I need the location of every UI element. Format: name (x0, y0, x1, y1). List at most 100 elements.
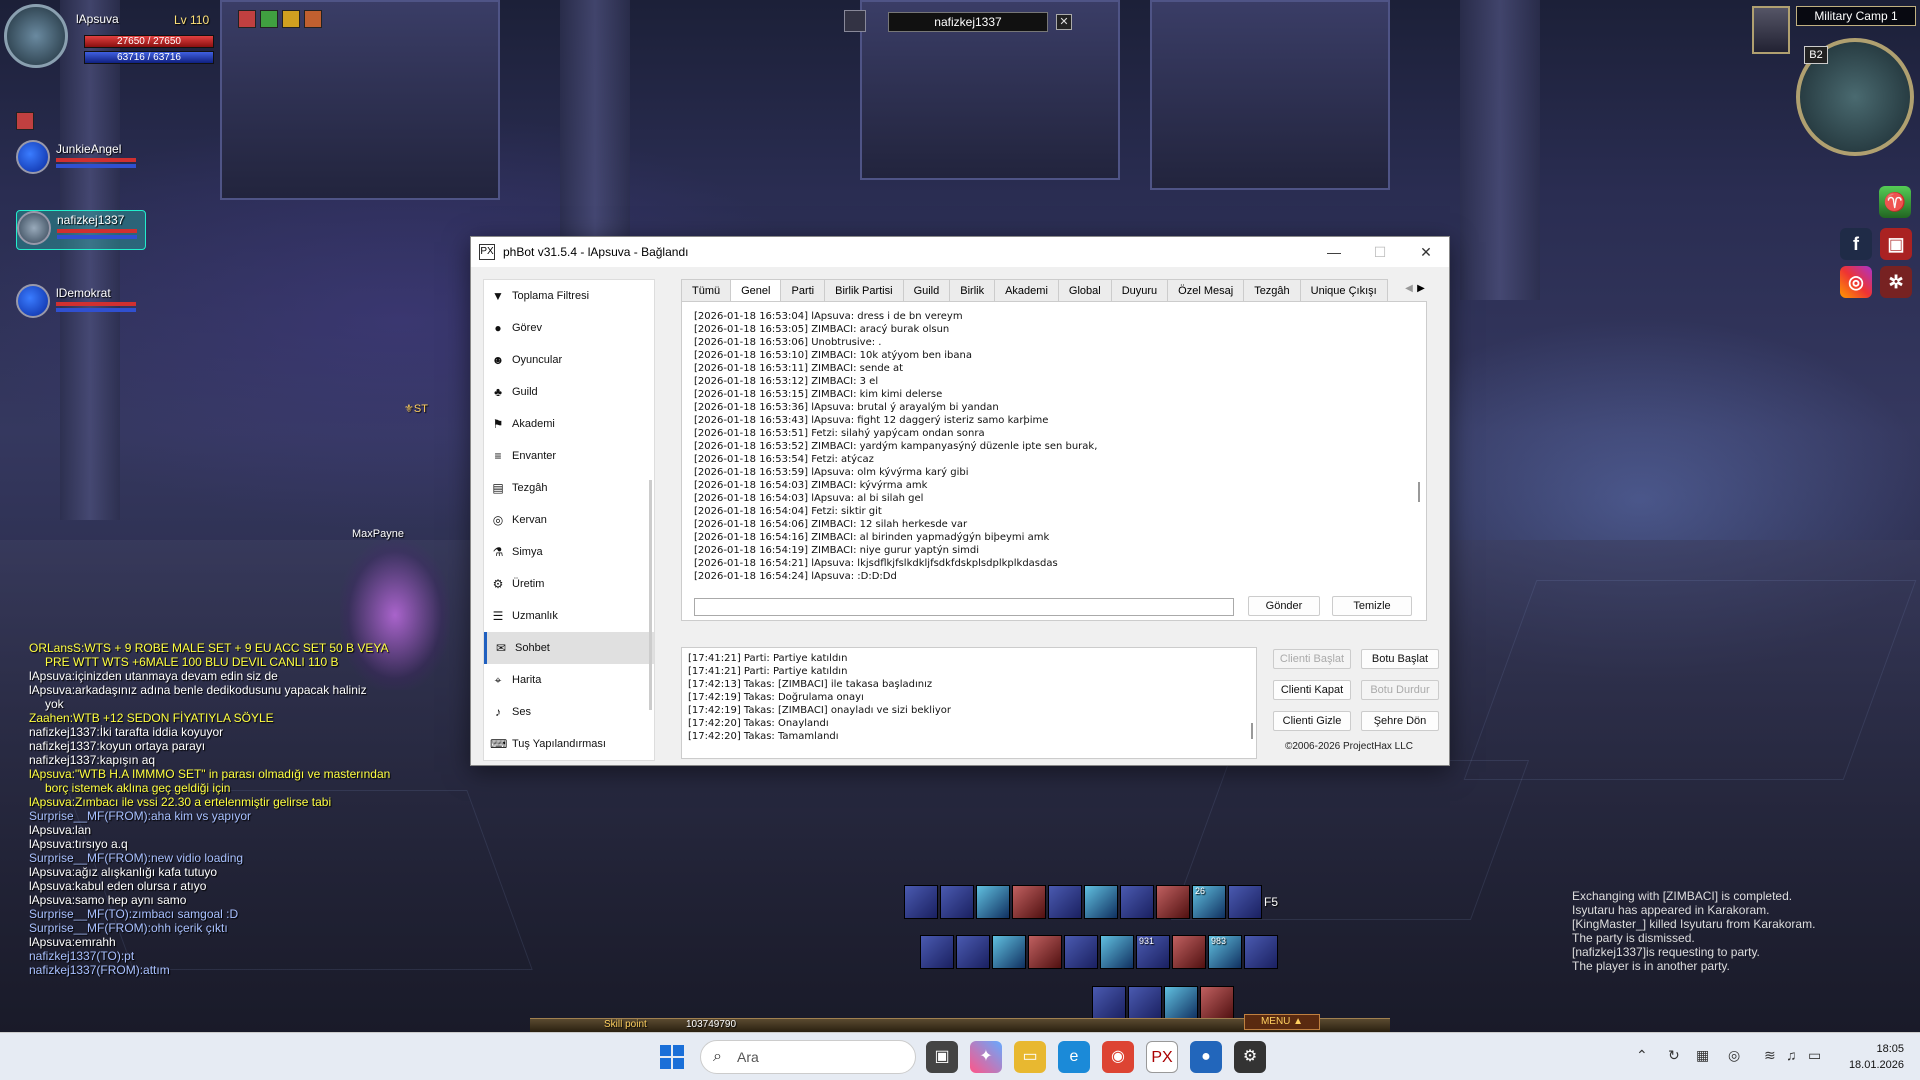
facebook-icon[interactable]: f (1840, 228, 1872, 260)
party-member[interactable]: lDemokrat (16, 284, 146, 324)
skill-slot[interactable] (956, 935, 990, 969)
chat-tab[interactable]: Tümü (681, 279, 732, 301)
skill-slot[interactable] (1012, 885, 1046, 919)
wifi-icon[interactable]: ≋ (1764, 1047, 1776, 1064)
chat-tab[interactable]: Birlik (949, 279, 996, 301)
hide-client-button[interactable]: Clienti Gizle (1273, 711, 1351, 731)
skill-slot[interactable] (1100, 935, 1134, 969)
party-member[interactable]: JunkieAngel (16, 140, 146, 180)
instagram-icon[interactable]: ◎ (1840, 266, 1872, 298)
debuff-icon[interactable] (16, 112, 34, 130)
skill-slot[interactable] (1084, 885, 1118, 919)
close-client-button[interactable]: Clienti Kapat (1273, 680, 1351, 700)
nav-item[interactable]: ≡ Envanter (484, 440, 654, 472)
nav-item[interactable]: ⌨ Tuş Yapılandırması (484, 728, 654, 760)
nav-item[interactable]: ☰ Uzmanlık (484, 600, 654, 632)
minimap[interactable]: B2 (1796, 38, 1914, 156)
minimize-button[interactable]: — (1311, 237, 1357, 267)
chat-tab[interactable]: Akademi (994, 279, 1059, 301)
chat-tab[interactable]: Genel (730, 279, 782, 303)
chat-tab[interactable]: Unique Çıkışı (1299, 279, 1388, 301)
nav-item[interactable]: ♣ Guild (484, 376, 654, 408)
item-slot[interactable] (1092, 986, 1126, 1020)
skill-slot[interactable] (920, 935, 954, 969)
volume-icon[interactable]: ♫ (1786, 1047, 1797, 1063)
sync-icon[interactable]: ↻ (1668, 1047, 1680, 1064)
character-portrait[interactable] (1752, 6, 1790, 54)
chrome-icon[interactable]: ◉ (1102, 1041, 1134, 1073)
buff-icon[interactable] (304, 10, 322, 28)
windows-security-icon[interactable]: ▦ (1696, 1047, 1709, 1064)
nav-item[interactable]: ▼ Toplama Filtresi (484, 280, 654, 312)
phbot-taskbar-icon[interactable]: PX (1146, 1041, 1178, 1073)
skill-slot[interactable] (1172, 935, 1206, 969)
return-town-button[interactable]: Şehre Dön (1361, 711, 1439, 731)
send-button[interactable]: Gönder (1248, 596, 1320, 616)
item-slot[interactable] (1164, 986, 1198, 1020)
skill-slot[interactable] (940, 885, 974, 919)
chat-tab[interactable]: Global (1057, 279, 1112, 301)
shop-icon[interactable]: ✲ (1880, 266, 1912, 298)
scrollbar-thumb[interactable] (1251, 723, 1253, 739)
search-box[interactable]: ⌕ Ara (700, 1040, 916, 1074)
chat-input[interactable] (694, 598, 1234, 616)
gift-icon[interactable]: ▣ (1880, 228, 1912, 260)
player-portrait[interactable] (4, 4, 68, 68)
skill-slot[interactable] (1048, 885, 1082, 919)
battery-icon[interactable]: ▭ (1808, 1047, 1821, 1064)
start-bot-button[interactable]: Botu Başlat (1361, 649, 1439, 669)
chat-tab[interactable]: Parti (780, 279, 826, 301)
skill-slot[interactable] (1120, 885, 1154, 919)
chat-tab[interactable]: Tezgâh (1243, 279, 1301, 301)
nav-item[interactable]: ☻ Oyuncular (484, 344, 654, 376)
scrollbar-thumb[interactable] (1418, 482, 1420, 502)
title-bar[interactable]: PX phBot v31.5.4 - lApsuva - Bağlandı — … (471, 237, 1449, 267)
nav-item[interactable]: ♪ Ses (484, 696, 654, 728)
chat-messages[interactable]: [2026-01-18 16:53:04] lApsuva: dress i d… (694, 310, 1416, 586)
close-icon[interactable]: ✕ (1056, 14, 1072, 30)
copilot-icon[interactable]: ✦ (970, 1041, 1002, 1073)
chat-tab[interactable]: Guild (902, 279, 951, 301)
target-frame[interactable]: nafizkej1337 ✕ (844, 10, 1074, 36)
party-member[interactable]: nafizkej1337 (16, 210, 146, 250)
nav-item[interactable]: ● Görev (484, 312, 654, 344)
skill-slot[interactable] (1156, 885, 1190, 919)
event-log[interactable]: [17:41:21] Parti: Partiye katıldın [17:41… (681, 647, 1257, 759)
nav-item[interactable]: ⚗ Simya (484, 536, 654, 568)
item-slot[interactable] (1200, 986, 1234, 1020)
file-explorer-icon[interactable]: ▭ (1014, 1041, 1046, 1073)
skill-slot[interactable] (1244, 935, 1278, 969)
app-circle-icon[interactable]: ● (1190, 1041, 1222, 1073)
chat-tab[interactable]: Duyuru (1110, 279, 1169, 301)
buff-icon[interactable] (282, 10, 300, 28)
chevron-left-icon[interactable]: ◀ (1403, 279, 1415, 299)
stop-bot-button[interactable]: Botu Durdur (1361, 680, 1439, 700)
chevron-right-icon[interactable]: ▶ (1415, 279, 1427, 299)
skill-slot[interactable] (976, 885, 1010, 919)
close-button[interactable]: ✕ (1403, 237, 1449, 267)
event-icon[interactable]: ♈ (1879, 186, 1911, 218)
skill-slot[interactable] (992, 935, 1026, 969)
task-view-icon[interactable]: ▣ (926, 1041, 958, 1073)
menu-button[interactable]: MENU ▲ (1244, 1014, 1320, 1030)
chat-tab[interactable]: Özel Mesaj (1167, 279, 1245, 301)
chevron-up-icon[interactable]: ⌃ (1636, 1047, 1648, 1064)
nav-item[interactable]: ⌖ Harita (484, 664, 654, 696)
maximize-button[interactable]: ☐ (1357, 237, 1403, 267)
nav-item[interactable]: ⚑ Akademi (484, 408, 654, 440)
nav-item[interactable]: ◎ Kervan (484, 504, 654, 536)
system-clock[interactable]: 18:05 18.01.2026 (1849, 1041, 1904, 1073)
skill-slot[interactable] (1028, 935, 1062, 969)
skill-slot[interactable] (1064, 935, 1098, 969)
buff-icon[interactable] (238, 10, 256, 28)
skill-slot[interactable] (1228, 885, 1262, 919)
skill-slot[interactable]: 983 (1208, 935, 1242, 969)
notification-icon[interactable]: ◎ (1728, 1047, 1740, 1064)
buff-icon[interactable] (260, 10, 278, 28)
skill-slot[interactable] (904, 885, 938, 919)
game-taskbar-icon[interactable]: ⚙ (1234, 1041, 1266, 1073)
edge-icon[interactable]: e (1058, 1041, 1090, 1073)
start-client-button[interactable]: Clienti Başlat (1273, 649, 1351, 669)
item-slot[interactable] (1128, 986, 1162, 1020)
clear-button[interactable]: Temizle (1332, 596, 1412, 616)
